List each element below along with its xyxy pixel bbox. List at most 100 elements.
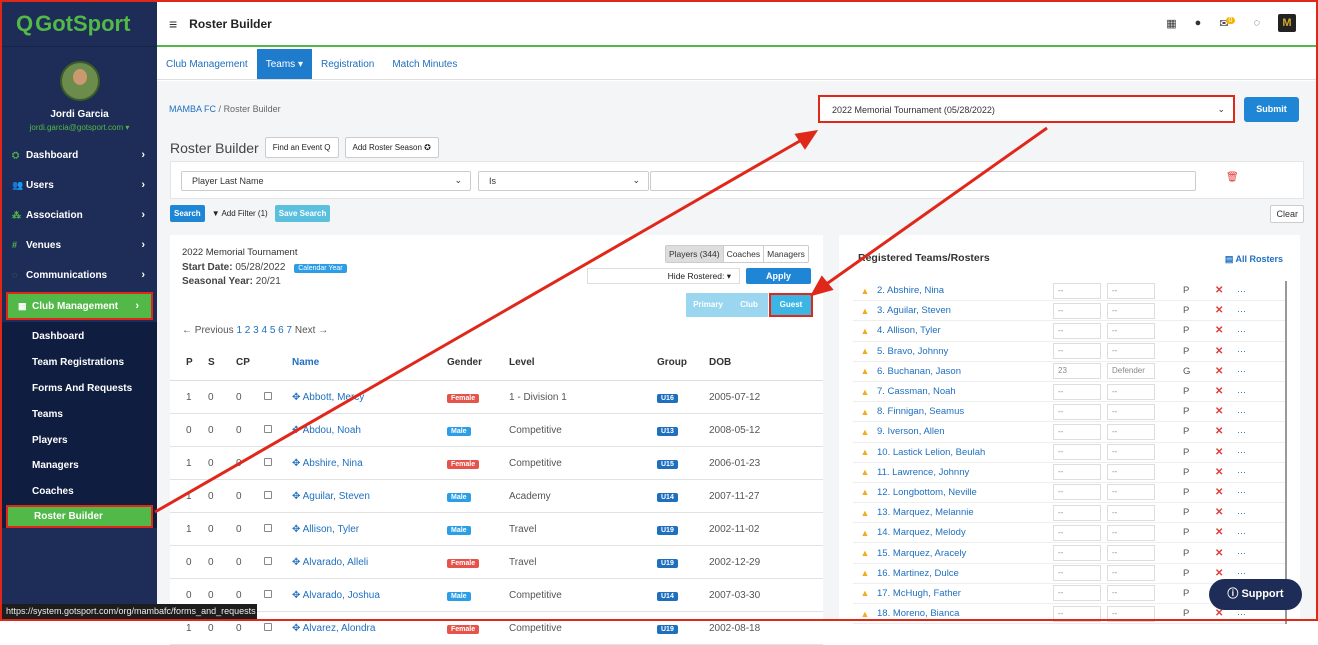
remove-icon[interactable]: ✕	[1215, 487, 1237, 498]
remove-icon[interactable]: ✕	[1215, 467, 1237, 478]
jersey-number-field[interactable]: --	[1053, 605, 1101, 622]
primary-button[interactable]: Primary	[686, 293, 730, 317]
remove-icon[interactable]: ✕	[1215, 527, 1237, 538]
save-search-button[interactable]: Save Search	[274, 205, 331, 222]
jersey-number-field[interactable]: --	[1053, 302, 1101, 319]
jersey-number-field[interactable]: --	[1053, 545, 1101, 562]
menu-icon[interactable]: ≡	[169, 16, 177, 32]
row-checkbox[interactable]	[264, 424, 272, 433]
column-header[interactable]: Name	[292, 357, 447, 368]
more-icon[interactable]: ···	[1237, 447, 1246, 457]
roster-player-link[interactable]: 9. Iverson, Allen	[877, 426, 1053, 437]
move-icon[interactable]: ✥	[292, 524, 303, 535]
subnav-item-teams[interactable]: Teams	[2, 401, 157, 427]
submit-button[interactable]: Submit	[1244, 97, 1299, 122]
position-field[interactable]: --	[1107, 282, 1155, 299]
filter-operator-select[interactable]: Is ⌄	[478, 171, 649, 191]
sidebar-item-users[interactable]: 👥 Users ›	[2, 170, 157, 200]
segment-managers[interactable]: Managers	[764, 246, 808, 262]
row-checkbox[interactable]	[264, 523, 272, 532]
trash-icon[interactable]: 🗑	[1226, 172, 1239, 183]
more-icon[interactable]: ···	[1237, 609, 1246, 619]
pager-prev[interactable]: ← Previous	[182, 325, 234, 336]
position-field[interactable]: --	[1107, 322, 1155, 339]
roster-player-link[interactable]: 11. Lawrence, Johnny	[877, 467, 1053, 478]
roster-player-link[interactable]: 16. Martinez, Dulce	[877, 568, 1053, 579]
remove-icon[interactable]: ✕	[1215, 366, 1237, 377]
tab-club-management[interactable]: Club Management	[157, 49, 257, 79]
move-icon[interactable]: ✥	[292, 425, 303, 436]
roster-player-link[interactable]: 13. Marquez, Melannie	[877, 507, 1053, 518]
position-field[interactable]: --	[1107, 383, 1155, 400]
subnav-item-roster-builder[interactable]: Roster Builder	[6, 504, 153, 528]
more-icon[interactable]: ···	[1237, 387, 1246, 397]
move-icon[interactable]: ✥	[292, 491, 303, 502]
jersey-number-field[interactable]: --	[1053, 343, 1101, 360]
clear-button[interactable]: Clear	[1270, 205, 1304, 223]
subnav-item-managers[interactable]: Managers	[2, 453, 157, 479]
roster-player-link[interactable]: 18. Moreno, Bianca	[877, 608, 1053, 619]
sidebar-item-association[interactable]: ⁂ Association ›	[2, 200, 157, 230]
position-field[interactable]: --	[1107, 545, 1155, 562]
move-icon[interactable]: ✥	[292, 458, 303, 469]
more-icon[interactable]: ···	[1237, 528, 1246, 538]
roster-player-link[interactable]: 6. Buchanan, Jason	[877, 366, 1053, 377]
more-icon[interactable]: ···	[1237, 467, 1246, 477]
roster-player-link[interactable]: 12. Longbottom, Neville	[877, 487, 1053, 498]
move-icon[interactable]: ✥	[292, 590, 303, 601]
jersey-number-field[interactable]: 23	[1053, 363, 1101, 380]
roster-player-link[interactable]: 15. Marquez, Aracely	[877, 548, 1053, 559]
remove-icon[interactable]: ✕	[1215, 568, 1237, 579]
roster-player-link[interactable]: 5. Bravo, Johnny	[877, 346, 1053, 357]
subnav-item-coaches[interactable]: Coaches	[2, 479, 157, 505]
jersey-number-field[interactable]: --	[1053, 565, 1101, 582]
sidebar-item-club-management[interactable]: ▦ Club Management ›	[6, 292, 153, 320]
jersey-number-field[interactable]: --	[1053, 322, 1101, 339]
tab-match-minutes[interactable]: Match Minutes	[383, 49, 466, 79]
player-name-link[interactable]: ✥ Aguilar, Steven	[292, 491, 447, 502]
subnav-item-team-registrations[interactable]: Team Registrations	[2, 350, 157, 376]
subnav-item-forms-and-requests[interactable]: Forms And Requests	[2, 376, 157, 402]
remove-icon[interactable]: ✕	[1215, 507, 1237, 518]
position-field[interactable]: --	[1107, 423, 1155, 440]
move-icon[interactable]: ✥	[292, 557, 303, 568]
avatar[interactable]	[59, 61, 100, 101]
sidebar-item-communications[interactable]: ◌ Communications ›	[2, 260, 157, 290]
remove-icon[interactable]: ✕	[1215, 325, 1237, 336]
move-icon[interactable]: ✥	[292, 623, 303, 634]
pager-next[interactable]: Next →	[295, 325, 328, 336]
roster-player-link[interactable]: 10. Lastick Lelion, Beulah	[877, 447, 1053, 458]
remove-icon[interactable]: ✕	[1215, 346, 1237, 357]
user-email[interactable]: jordi.garcia@gotsport.com ▾	[2, 123, 157, 132]
more-icon[interactable]: ···	[1237, 346, 1246, 356]
tab-teams[interactable]: Teams ▾	[256, 49, 312, 79]
position-field[interactable]: --	[1107, 484, 1155, 501]
find-event-button[interactable]: Find an Event Q	[264, 137, 339, 158]
jersey-number-field[interactable]: --	[1053, 464, 1101, 481]
jersey-number-field[interactable]: --	[1053, 585, 1101, 602]
player-name-link[interactable]: ✥ Alvarado, Joshua	[292, 590, 447, 601]
more-icon[interactable]: ···	[1237, 568, 1246, 578]
tab-registration[interactable]: Registration	[312, 49, 383, 79]
position-field[interactable]: --	[1107, 565, 1155, 582]
position-field[interactable]: --	[1107, 444, 1155, 461]
position-field[interactable]: --	[1107, 504, 1155, 521]
position-field[interactable]: --	[1107, 343, 1155, 360]
hide-rostered-dropdown[interactable]: Hide Rostered: ▾	[587, 268, 740, 284]
roster-player-link[interactable]: 7. Cassman, Noah	[877, 386, 1053, 397]
player-name-link[interactable]: ✥ Abbott, Mercy	[292, 392, 447, 403]
roster-player-link[interactable]: 17. McHugh, Father	[877, 588, 1053, 599]
remove-icon[interactable]: ✕	[1215, 426, 1237, 437]
chat-icon[interactable]: ◌	[1253, 17, 1260, 29]
row-checkbox[interactable]	[264, 556, 272, 565]
remove-icon[interactable]: ✕	[1215, 406, 1237, 417]
subnav-item-players[interactable]: Players	[2, 427, 157, 453]
more-icon[interactable]: ···	[1237, 366, 1246, 376]
player-name-link[interactable]: ✥ Abdou, Noah	[292, 425, 447, 436]
roster-player-link[interactable]: 8. Finnigan, Seamus	[877, 406, 1053, 417]
row-checkbox[interactable]	[264, 490, 272, 499]
player-name-link[interactable]: ✥ Allison, Tyler	[292, 524, 447, 535]
move-icon[interactable]: ✥	[292, 392, 303, 403]
jersey-number-field[interactable]: --	[1053, 383, 1101, 400]
segment-players[interactable]: Players (344)	[666, 246, 724, 262]
